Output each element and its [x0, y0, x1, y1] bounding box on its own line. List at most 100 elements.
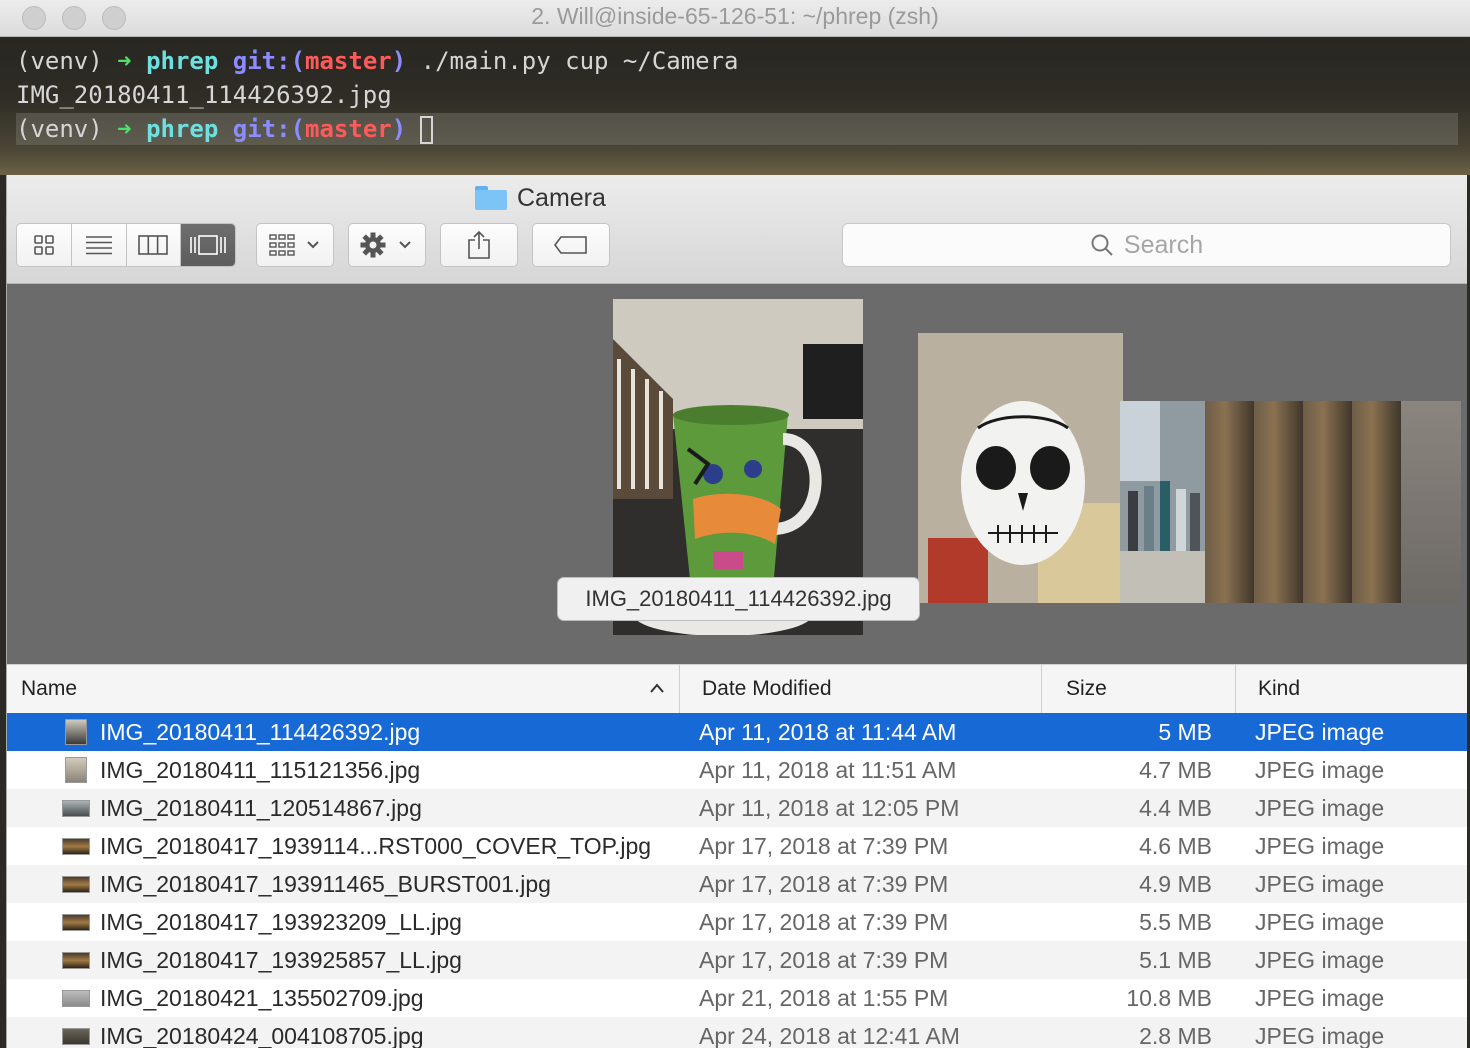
terminal-title: 2. Will@inside-65-126-51: ~/phrep (zsh)	[531, 3, 939, 29]
share-icon	[468, 230, 490, 259]
file-kind: JPEG image	[1255, 909, 1385, 935]
column-header-date[interactable]: Date Modified	[679, 665, 1041, 713]
prompt-directory: phrep	[146, 115, 219, 143]
file-name: IMG_20180417_193925857_LL.jpg	[100, 947, 462, 973]
file-kind: JPEG image	[1255, 871, 1385, 897]
window-title: Camera	[475, 179, 606, 217]
finder-window[interactable]: Camera Search IMG_20180411_114426392.jpg…	[6, 175, 1467, 1048]
column-name-label: Name	[21, 677, 78, 700]
cover-photo-pew-4[interactable]	[1352, 401, 1402, 603]
terminal-line-3[interactable]: (venv) ➜ phrep git:(master)	[16, 113, 434, 145]
column-view-icon	[138, 235, 169, 255]
column-view-button[interactable]	[127, 224, 182, 266]
cover-flow-view-button[interactable]	[181, 224, 235, 266]
terminal-cursor	[420, 116, 434, 144]
search-field[interactable]: Search	[842, 223, 1451, 267]
icon-view-button[interactable]	[17, 224, 72, 266]
file-size: 4.6 MB	[1139, 833, 1212, 859]
list-view-button[interactable]	[72, 224, 127, 266]
window-title-text: Camera	[517, 183, 606, 212]
folder-icon	[475, 186, 507, 210]
file-row[interactable]: IMG_20180417_193923209_LL.jpg Apr 17, 20…	[7, 903, 1467, 941]
prompt-directory: phrep	[146, 47, 219, 75]
file-thumbnail	[62, 952, 90, 969]
cover-photo-pew-3[interactable]	[1303, 401, 1353, 603]
file-row[interactable]: IMG_20180417_193911465_BURST001.jpg Apr …	[7, 865, 1467, 903]
file-kind: JPEG image	[1255, 985, 1385, 1011]
file-row[interactable]: IMG_20180421_135502709.jpg Apr 21, 2018 …	[7, 979, 1467, 1017]
file-row[interactable]: IMG_20180411_120514867.jpg Apr 11, 2018 …	[7, 789, 1467, 827]
file-kind: JPEG image	[1255, 1023, 1385, 1048]
file-row[interactable]: IMG_20180417_1939114...RST000_COVER_TOP.…	[7, 827, 1467, 865]
cover-flow-caption: IMG_20180411_114426392.jpg	[557, 577, 920, 621]
file-thumbnail	[62, 876, 90, 893]
file-date: Apr 11, 2018 at 11:44 AM	[699, 719, 957, 745]
file-thumbnail	[62, 990, 90, 1007]
file-name: IMG_20180424_004108705.jpg	[100, 1023, 424, 1048]
file-thumbnail	[62, 838, 90, 855]
file-date: Apr 11, 2018 at 12:05 PM	[699, 795, 960, 821]
file-thumbnail	[65, 757, 87, 783]
git-label-close: )	[391, 47, 407, 75]
file-size: 2.8 MB	[1139, 1023, 1212, 1048]
cover-photo-pew-2[interactable]	[1254, 401, 1304, 603]
git-label: git:(	[232, 115, 306, 143]
share-button[interactable]	[440, 223, 518, 267]
terminal-line-1: (venv) ➜ phrep git:(master) ./main.py cu…	[16, 45, 739, 77]
terminal-window[interactable]: 2. Will@inside-65-126-51: ~/phrep (zsh) …	[0, 0, 1470, 175]
column-header-name[interactable]: Name	[7, 665, 679, 713]
cover-photo-pew-1[interactable]	[1205, 401, 1255, 603]
view-mode-selector[interactable]	[16, 223, 236, 267]
search-icon	[1091, 234, 1113, 256]
file-name: IMG_20180417_1939114...RST000_COVER_TOP.…	[100, 833, 652, 859]
file-thumbnail	[65, 719, 87, 745]
file-size: 4.7 MB	[1139, 757, 1212, 783]
file-thumbnail	[62, 1028, 90, 1045]
file-row[interactable]: IMG_20180411_115121356.jpg Apr 11, 2018 …	[7, 751, 1467, 789]
file-row[interactable]: IMG_20180417_193925857_LL.jpg Apr 17, 20…	[7, 941, 1467, 979]
file-size: 4.4 MB	[1139, 795, 1212, 821]
file-size: 5.5 MB	[1139, 909, 1212, 935]
cover-photo-bottles[interactable]	[1120, 401, 1205, 603]
column-date-label: Date Modified	[702, 677, 832, 700]
tag-icon	[554, 236, 587, 254]
file-name: IMG_20180411_120514867.jpg	[100, 795, 422, 821]
file-date: Apr 17, 2018 at 7:39 PM	[699, 909, 949, 935]
terminal-titlebar[interactable]: 2. Will@inside-65-126-51: ~/phrep (zsh)	[0, 0, 1470, 37]
arrange-button[interactable]	[256, 223, 334, 267]
tags-button[interactable]	[532, 223, 610, 267]
file-kind: JPEG image	[1255, 757, 1385, 783]
prompt-arrow: ➜	[117, 115, 132, 143]
file-thumbnail	[62, 800, 90, 817]
file-date: Apr 17, 2018 at 7:39 PM	[699, 871, 949, 897]
file-date: Apr 17, 2018 at 7:39 PM	[699, 947, 949, 973]
cover-photo-skull[interactable]	[918, 333, 1123, 603]
file-date: Apr 21, 2018 at 1:55 PM	[699, 985, 949, 1011]
action-menu-button[interactable]	[348, 223, 426, 267]
column-kind-label: Kind	[1258, 677, 1301, 700]
file-kind: JPEG image	[1255, 795, 1385, 821]
file-size: 5 MB	[1158, 719, 1212, 745]
file-row[interactable]: IMG_20180411_114426392.jpg Apr 11, 2018 …	[7, 713, 1467, 751]
file-size: 10.8 MB	[1126, 985, 1212, 1011]
gear-icon	[360, 232, 411, 258]
file-size: 4.9 MB	[1139, 871, 1212, 897]
arrange-icon	[269, 234, 319, 256]
terminal-command: ./main.py cup ~/Camera	[420, 47, 739, 75]
cover-flow-icon	[190, 235, 226, 255]
file-kind: JPEG image	[1255, 947, 1385, 973]
file-row[interactable]: IMG_20180424_004108705.jpg Apr 24, 2018 …	[7, 1017, 1467, 1048]
cover-flow-area[interactable]: IMG_20180411_114426392.jpg	[7, 284, 1467, 664]
file-name: IMG_20180417_193911465_BURST001.jpg	[100, 871, 551, 897]
git-label-close: )	[391, 115, 407, 143]
file-date: Apr 24, 2018 at 12:41 AM	[699, 1023, 960, 1048]
column-header-kind[interactable]: Kind	[1235, 665, 1467, 713]
cover-photo-document[interactable]	[1401, 401, 1461, 603]
search-placeholder: Search	[1123, 230, 1204, 259]
prompt-arrow: ➜	[117, 47, 132, 75]
column-header-size[interactable]: Size	[1041, 665, 1235, 713]
git-branch: master	[305, 47, 392, 75]
file-name: IMG_20180417_193923209_LL.jpg	[100, 909, 462, 935]
file-date: Apr 11, 2018 at 11:51 AM	[699, 757, 957, 783]
file-date: Apr 17, 2018 at 7:39 PM	[699, 833, 949, 859]
